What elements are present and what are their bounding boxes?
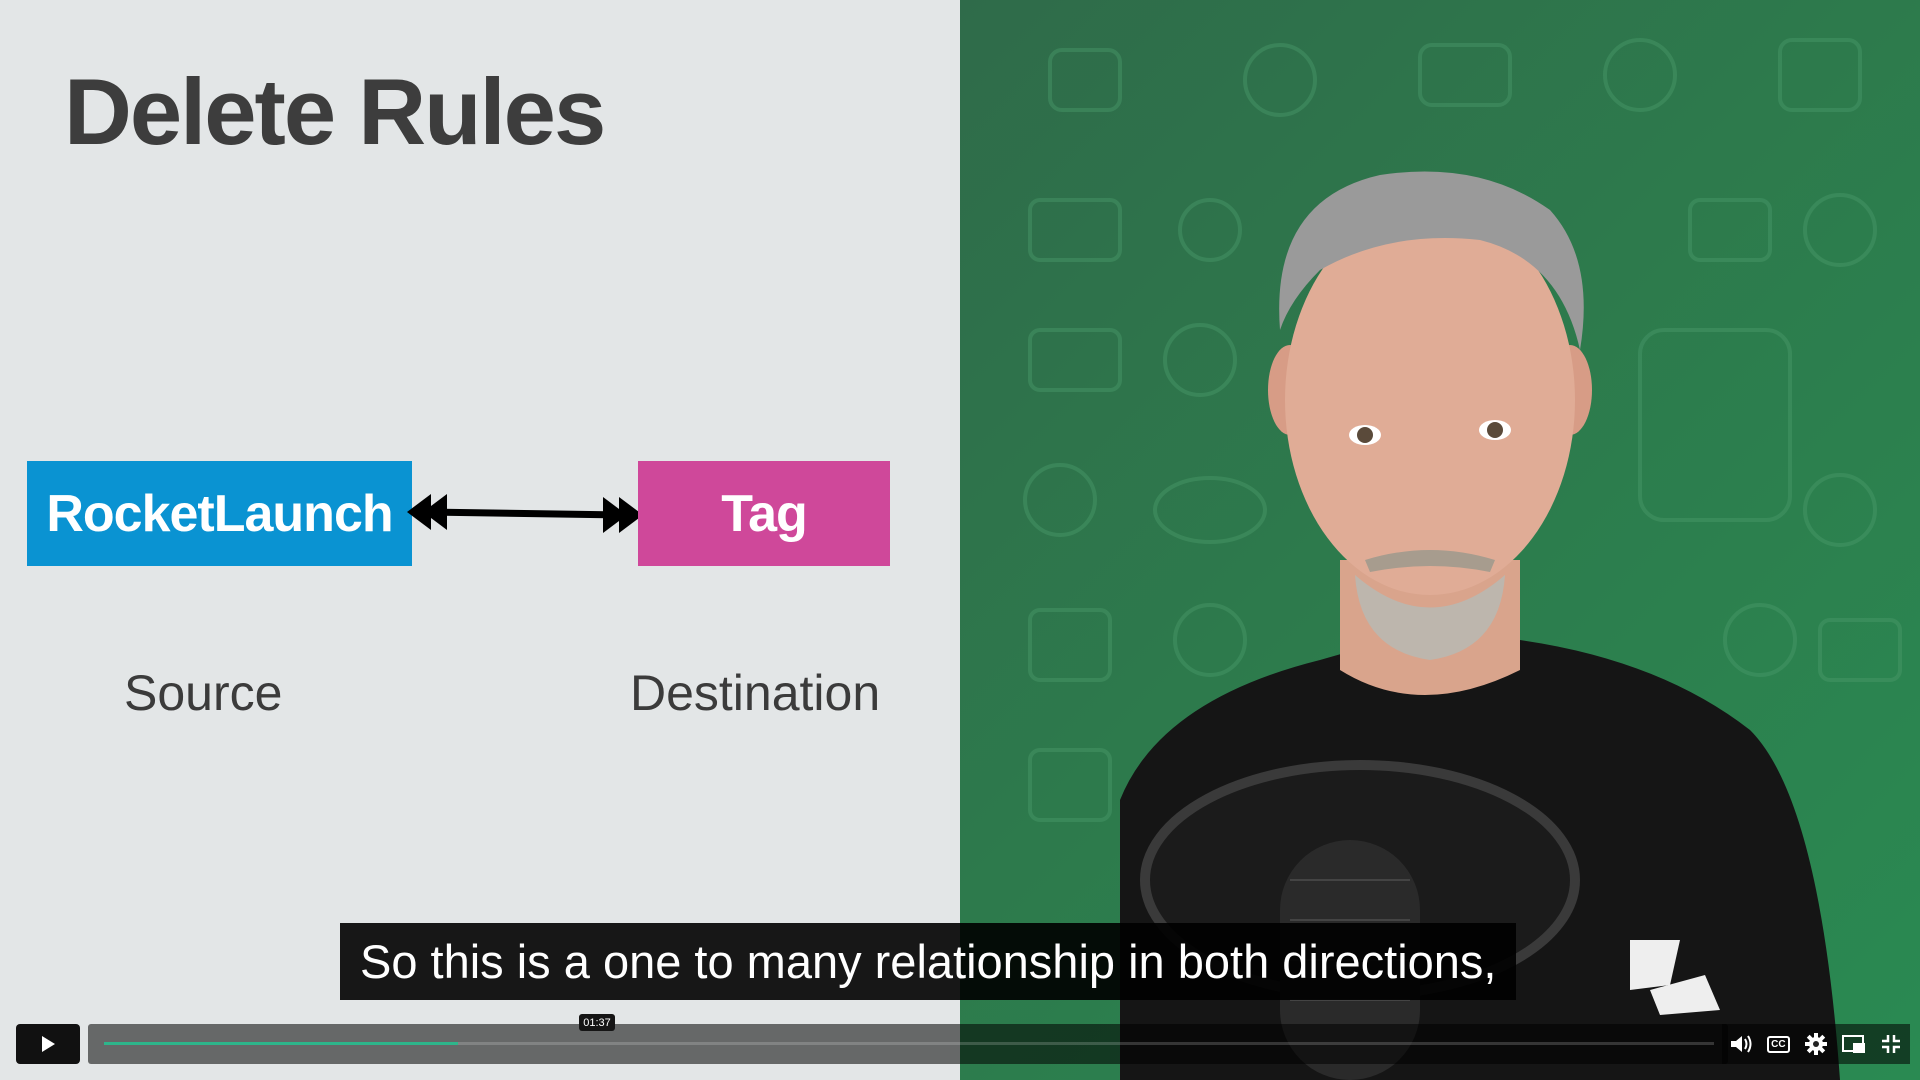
volume-button[interactable] [1728, 1031, 1754, 1057]
presenter-video [960, 0, 1920, 1080]
source-label: Source [124, 665, 283, 721]
play-button[interactable] [16, 1024, 80, 1064]
picture-in-picture-icon [1841, 1035, 1865, 1053]
source-entity-box: RocketLaunch [27, 461, 412, 566]
presenter-illustration [1023, 38, 1902, 1080]
progress-fill [104, 1042, 459, 1045]
destination-label: Destination [630, 665, 881, 721]
picture-in-picture-button[interactable] [1841, 1031, 1867, 1057]
progress-track [104, 1042, 1714, 1045]
closed-captions-button[interactable]: CC [1765, 1031, 1791, 1057]
settings-gear-icon [1804, 1033, 1827, 1055]
closed-captions-icon: CC [1767, 1035, 1790, 1053]
slide-panel: Delete Rules RocketLaunch Tag Source Des… [0, 0, 960, 1080]
slide-title: Delete Rules [64, 59, 606, 164]
video-caption: So this is a one to many relationship in… [340, 923, 1517, 1000]
progress-bar[interactable]: 01:37 [88, 1014, 1728, 1064]
exit-fullscreen-icon [1882, 1035, 1901, 1053]
player-controls: 01:37 CC [16, 1014, 1910, 1064]
destination-entity-box: Tag [638, 461, 890, 566]
to-many-relationship-arrow [407, 494, 643, 533]
control-icons: CC [1722, 1024, 1910, 1064]
settings-button[interactable] [1803, 1031, 1829, 1057]
volume-icon [1730, 1035, 1752, 1053]
exit-fullscreen-button[interactable] [1878, 1031, 1904, 1057]
play-icon [42, 1036, 55, 1052]
current-time-tooltip: 01:37 [579, 1014, 615, 1031]
